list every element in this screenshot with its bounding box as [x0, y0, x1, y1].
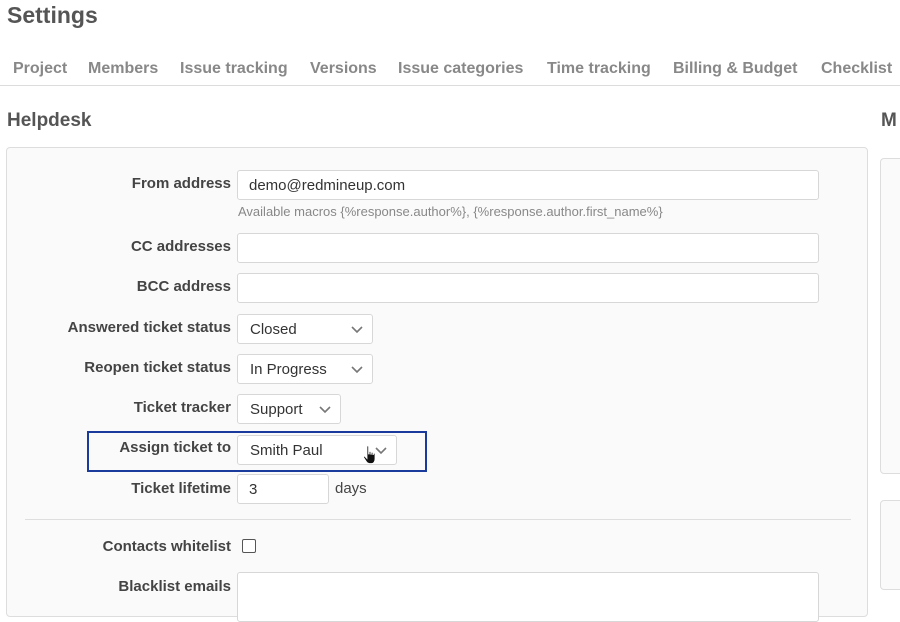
- cc-addresses-input[interactable]: [237, 233, 819, 263]
- answered-status-select[interactable]: Closed: [237, 314, 373, 344]
- tab-issue-categories[interactable]: Issue categories: [398, 60, 523, 78]
- ticket-lifetime-label: Ticket lifetime: [131, 480, 231, 497]
- ticket-tracker-value: Support: [250, 401, 303, 418]
- ticket-tracker-label: Ticket tracker: [133, 399, 231, 416]
- assign-ticket-value: Smith Paul: [250, 442, 323, 459]
- chevron-down-icon: [351, 366, 363, 374]
- tab-billing-budget[interactable]: Billing & Budget: [673, 60, 797, 78]
- ticket-lifetime-input[interactable]: [237, 474, 329, 504]
- settings-tabs: Project Members Issue tracking Versions …: [0, 57, 900, 86]
- side-panel: [880, 158, 900, 474]
- bcc-address-label: BCC address: [136, 278, 231, 295]
- contacts-whitelist-checkbox[interactable]: [242, 539, 256, 553]
- blacklist-emails-textarea[interactable]: [237, 572, 819, 622]
- reopen-status-value: In Progress: [250, 361, 327, 378]
- tab-issue-tracking[interactable]: Issue tracking: [180, 60, 288, 78]
- chevron-down-icon: [351, 326, 363, 334]
- cc-addresses-label: CC addresses: [130, 238, 231, 255]
- chevron-down-icon: [319, 406, 331, 414]
- bcc-address-input[interactable]: [237, 273, 819, 303]
- tab-checklist[interactable]: Checklist: [821, 60, 892, 78]
- section-title-helpdesk: Helpdesk: [7, 110, 92, 131]
- blacklist-emails-label: Blacklist emails: [118, 578, 231, 595]
- assign-ticket-label: Assign ticket to: [119, 439, 231, 456]
- from-address-input[interactable]: [237, 170, 819, 200]
- section-divider: [25, 519, 851, 520]
- page-title: Settings: [7, 2, 98, 28]
- reopen-status-select[interactable]: In Progress: [237, 354, 373, 384]
- ticket-tracker-select[interactable]: Support: [237, 394, 341, 424]
- tab-time-tracking[interactable]: Time tracking: [547, 60, 651, 78]
- contacts-whitelist-label: Contacts whitelist: [102, 538, 231, 555]
- hand-pointer-icon: [363, 445, 376, 464]
- tab-members[interactable]: Members: [88, 60, 158, 78]
- answered-status-label: Answered ticket status: [67, 319, 231, 336]
- reopen-status-label: Reopen ticket status: [84, 359, 231, 376]
- section-title-right: M: [881, 110, 897, 131]
- from-address-hint: Available macros {%response.author%}, {%…: [238, 204, 663, 219]
- tab-versions[interactable]: Versions: [310, 60, 377, 78]
- tab-project[interactable]: Project: [13, 60, 67, 78]
- answered-status-value: Closed: [250, 321, 297, 338]
- from-address-label: From address: [131, 175, 231, 192]
- ticket-lifetime-unit: days: [335, 480, 367, 497]
- side-panel-lower: [880, 500, 900, 590]
